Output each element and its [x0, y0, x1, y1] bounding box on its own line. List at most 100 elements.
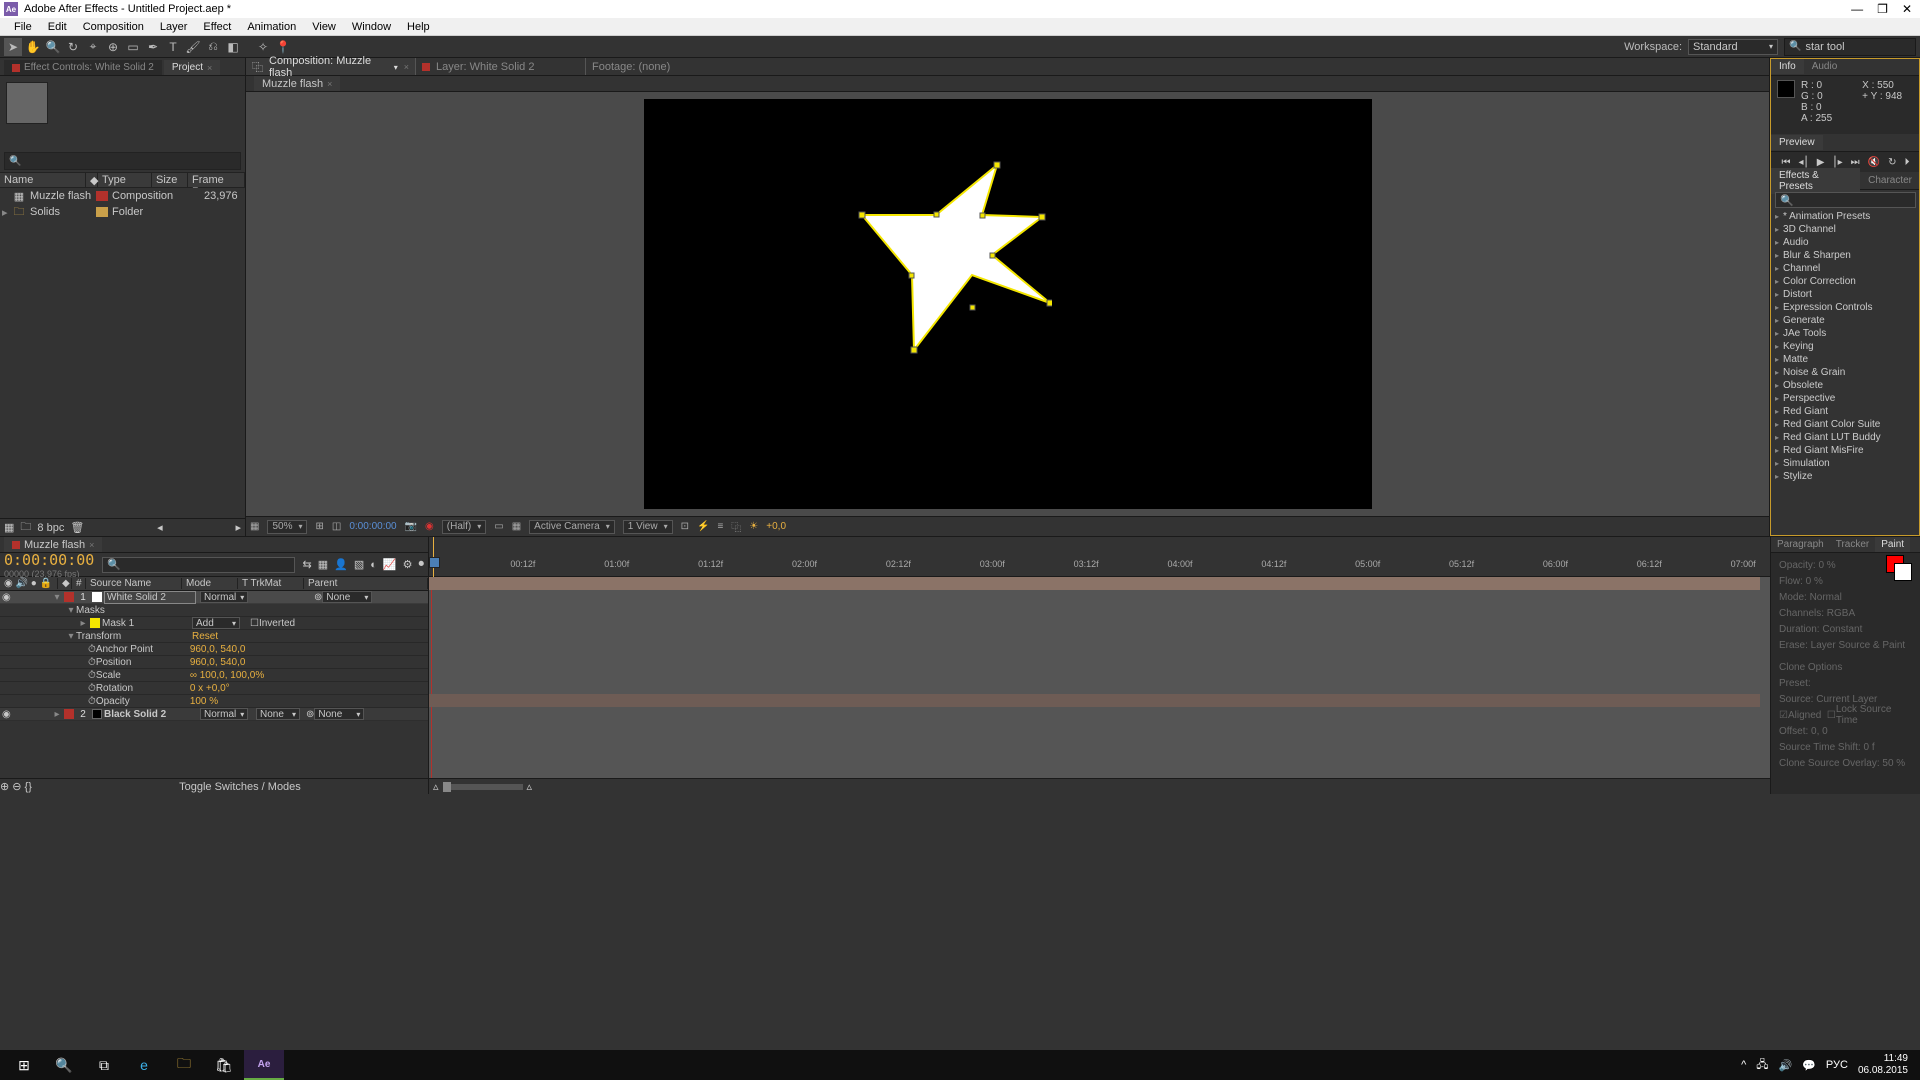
preset-category[interactable]: ▸Simulation: [1771, 457, 1920, 470]
trkmat-dropdown[interactable]: None: [256, 708, 300, 720]
type-tool-icon[interactable]: T: [164, 38, 182, 56]
preset-category[interactable]: ▸Red Giant MisFire: [1771, 444, 1920, 457]
comp-mini-flowchart-icon[interactable]: ⇆: [303, 558, 312, 571]
after-effects-taskbar-icon[interactable]: Ae: [244, 1050, 284, 1080]
tab-project[interactable]: Project×: [164, 60, 220, 75]
tab-layer-viewer[interactable]: Layer: White Solid 2: [416, 58, 586, 75]
grid-icon[interactable]: ⊞: [315, 521, 323, 532]
store-icon[interactable]: 🛍: [204, 1050, 244, 1080]
camera-tool-icon[interactable]: ⌖: [84, 38, 102, 56]
auto-keyframe-icon[interactable]: ⏺: [419, 558, 425, 571]
new-folder-icon[interactable]: 🗀: [20, 518, 31, 537]
tab-character[interactable]: Character: [1860, 173, 1920, 188]
rotation-tool-icon[interactable]: ↻: [64, 38, 82, 56]
menu-layer[interactable]: Layer: [152, 21, 196, 33]
project-search-input[interactable]: 🔍: [4, 152, 241, 170]
menu-effect[interactable]: Effect: [195, 21, 239, 33]
effects-search-input[interactable]: 🔍: [1775, 192, 1916, 208]
edge-icon[interactable]: e: [124, 1050, 164, 1080]
flowchart-icon[interactable]: ⿻: [731, 519, 741, 534]
resolution-dropdown[interactable]: (Half): [442, 520, 486, 534]
maximize-button[interactable]: ❐: [1877, 2, 1888, 16]
zoom-slider[interactable]: [443, 784, 523, 790]
current-time-indicator[interactable]: [433, 537, 434, 577]
tab-info[interactable]: Info: [1771, 59, 1804, 74]
comp-subtab[interactable]: Muzzle flash×: [254, 76, 340, 91]
parent-pickwhip-icon[interactable]: ⊚: [314, 592, 322, 603]
tab-footage-viewer[interactable]: Footage: (none): [586, 58, 756, 75]
preset-category[interactable]: ▸Blur & Sharpen: [1771, 249, 1920, 262]
toggle-switches-button[interactable]: Toggle Switches / Modes: [179, 781, 301, 793]
rect-tool-icon[interactable]: ▭: [124, 38, 142, 56]
mask-star-shape[interactable]: [852, 155, 1052, 355]
frame-blend-icon[interactable]: ▧: [354, 558, 364, 571]
preset-category[interactable]: ▸Red Giant LUT Buddy: [1771, 431, 1920, 444]
reset-button[interactable]: Reset: [192, 631, 218, 642]
timeline-property-row[interactable]: ⏱ Opacity100 %: [0, 695, 428, 708]
scroll-right-icon[interactable]: ▸: [235, 521, 241, 534]
graph-editor-icon[interactable]: 📈: [383, 558, 397, 571]
prev-frame-icon[interactable]: ◂⎮: [1798, 157, 1808, 168]
menu-file[interactable]: File: [6, 21, 40, 33]
preset-category[interactable]: ▸Noise & Grain: [1771, 366, 1920, 379]
help-search-input[interactable]: 🔍 star tool: [1784, 38, 1916, 56]
next-frame-icon[interactable]: ⎮▸: [1832, 157, 1842, 168]
ram-preview-icon[interactable]: ⏵: [1905, 157, 1910, 168]
brainstorm-icon[interactable]: ⚙: [403, 558, 413, 571]
twirl-icon[interactable]: ▸: [52, 709, 62, 720]
timeline-track-area[interactable]: 00:12f 01:00f 01:12f 02:00f 02:12f 03:00…: [429, 537, 1770, 794]
selection-tool-icon[interactable]: ➤: [4, 38, 22, 56]
parent-pickwhip-icon[interactable]: ⊚: [306, 709, 314, 720]
toggle-switches-icon[interactable]: ⊕ ⊖ {}: [0, 780, 32, 793]
inverted-checkbox[interactable]: ☐: [250, 618, 259, 629]
layer-name[interactable]: Black Solid 2: [104, 709, 196, 720]
last-frame-icon[interactable]: ⏭: [1851, 157, 1860, 168]
layer-bar[interactable]: [429, 577, 1760, 590]
preset-category[interactable]: ▸3D Channel: [1771, 223, 1920, 236]
zoom-in-icon[interactable]: ▵: [523, 780, 537, 793]
hide-shy-icon[interactable]: 👤: [334, 558, 348, 571]
stopwatch-icon[interactable]: ⏱: [88, 683, 96, 694]
reset-exposure-icon[interactable]: ☀: [749, 521, 758, 532]
search-button[interactable]: 🔍: [44, 1050, 84, 1080]
preset-category[interactable]: ▸Channel: [1771, 262, 1920, 275]
menu-edit[interactable]: Edit: [40, 21, 75, 33]
brush-tool-icon[interactable]: 🖌: [184, 38, 202, 56]
timeline-prop-group[interactable]: ▾ Transform Reset: [0, 630, 428, 643]
notifications-icon[interactable]: 💬: [1802, 1059, 1816, 1072]
hand-tool-icon[interactable]: ✋: [24, 38, 42, 56]
background-color-swatch[interactable]: [1894, 563, 1912, 581]
timeline-icon[interactable]: ≡: [717, 521, 723, 532]
preset-category[interactable]: ▸Stylize: [1771, 470, 1920, 483]
menu-composition[interactable]: Composition: [75, 21, 152, 33]
tab-composition-viewer[interactable]: ⿻ Composition: Muzzle flash ×: [246, 58, 416, 75]
project-item-folder[interactable]: ▸ 🗀 Solids Folder: [0, 204, 245, 220]
task-view-button[interactable]: ⧉: [84, 1050, 124, 1080]
roi-icon[interactable]: ▭: [494, 521, 503, 532]
preset-category[interactable]: ▸Keying: [1771, 340, 1920, 353]
preset-category[interactable]: ▸Audio: [1771, 236, 1920, 249]
layer-name[interactable]: White Solid 2: [104, 591, 196, 604]
first-frame-icon[interactable]: ⏮: [1781, 157, 1790, 168]
roto-tool-icon[interactable]: ✧: [254, 38, 272, 56]
menu-animation[interactable]: Animation: [239, 21, 304, 33]
project-item-composition[interactable]: ▦ Muzzle flash Composition 23,976: [0, 188, 245, 204]
tray-expand-icon[interactable]: ^: [1741, 1059, 1746, 1071]
blend-mode-dropdown[interactable]: Normal: [200, 708, 248, 720]
bpc-toggle[interactable]: 8 bpc: [37, 522, 64, 534]
eraser-tool-icon[interactable]: ◧: [224, 38, 242, 56]
menu-window[interactable]: Window: [344, 21, 399, 33]
preset-category[interactable]: ▸Expression Controls: [1771, 301, 1920, 314]
composition-canvas[interactable]: [644, 99, 1372, 509]
exposure-value[interactable]: +0,0: [766, 521, 786, 532]
stopwatch-icon[interactable]: ⏱: [88, 670, 96, 681]
timeline-property-row[interactable]: ⏱ Anchor Point960,0, 540,0: [0, 643, 428, 656]
preset-category[interactable]: ▸JAe Tools: [1771, 327, 1920, 340]
channel-icon[interactable]: ◉: [425, 521, 434, 532]
timeline-search-input[interactable]: 🔍: [102, 557, 294, 573]
workspace-dropdown[interactable]: Standard: [1688, 39, 1778, 55]
timeline-layer-row[interactable]: ◉ ▾ 1 White Solid 2 Normal ⊚ None: [0, 591, 428, 604]
menu-help[interactable]: Help: [399, 21, 438, 33]
clock[interactable]: 11:49 06.08.2015: [1858, 1053, 1908, 1077]
zoom-out-icon[interactable]: ▵: [429, 780, 443, 793]
